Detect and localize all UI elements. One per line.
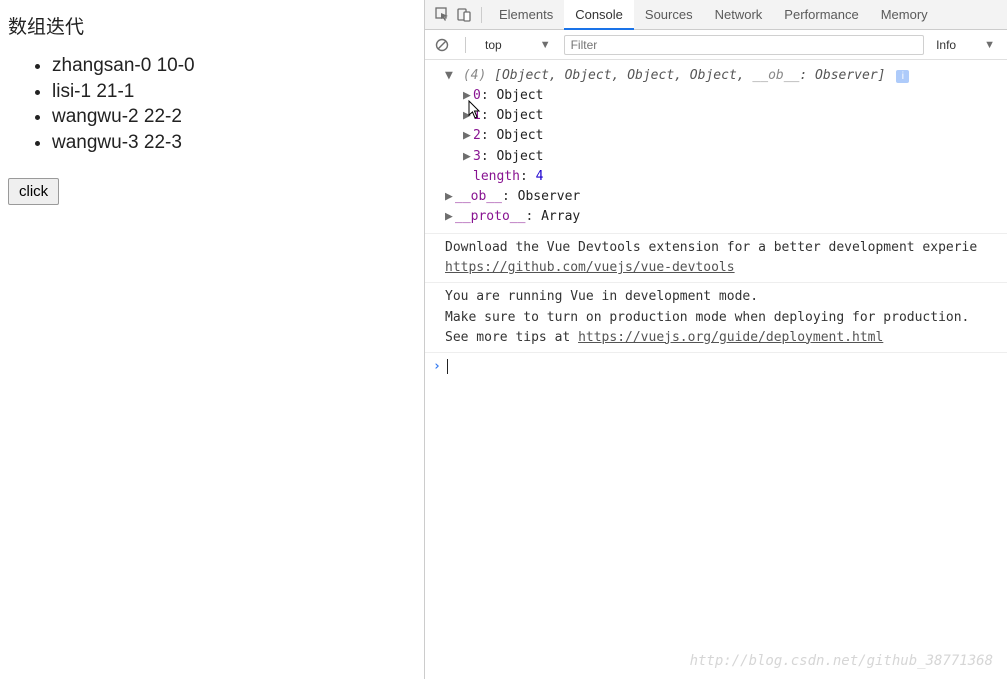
disclosure-triangle[interactable]: ▶ (463, 106, 473, 126)
devtools-tab-bar: Elements Console Sources Network Perform… (425, 0, 1007, 30)
prompt-caret-icon: › (433, 357, 441, 377)
list-item: zhangsan-0 10-0 (52, 53, 416, 79)
click-button[interactable]: click (8, 178, 59, 205)
array-count: (4) (463, 68, 486, 83)
tab-console[interactable]: Console (564, 0, 634, 30)
separator (465, 37, 466, 53)
devtools-hint-text: Download the Vue Devtools extension for … (445, 240, 977, 255)
items-list: zhangsan-0 10-0 lisi-1 21-1 wangwu-2 22-… (8, 53, 416, 156)
tab-elements[interactable]: Elements (488, 0, 564, 30)
console-prompt[interactable]: › (425, 353, 1007, 381)
ob-val: : Observer] (799, 68, 885, 83)
chevron-down-icon: ▼ (984, 39, 995, 51)
context-label: top (485, 38, 502, 52)
console-log-array: ▼ (4) [Object, Object, Object, Object, _… (425, 64, 1007, 234)
vue-mode-line3: See more tips at (445, 330, 578, 345)
list-item: wangwu-3 22-3 (52, 130, 416, 156)
device-toggle-icon[interactable] (453, 4, 475, 26)
vue-mode-line2: Make sure to turn on production mode whe… (445, 310, 969, 325)
tab-sources[interactable]: Sources (634, 0, 704, 30)
console-message-vue-mode: You are running Vue in development mode.… (425, 283, 1007, 352)
list-item: lisi-1 21-1 (52, 79, 416, 105)
info-badge-icon[interactable]: i (896, 70, 909, 83)
ob-key: __ob__ (752, 68, 799, 83)
list-item: wangwu-2 22-2 (52, 104, 416, 130)
devtools-panel: Elements Console Sources Network Perform… (425, 0, 1007, 679)
disclosure-triangle[interactable]: ▶ (445, 207, 455, 227)
array-children: ▶0: Object ▶1: Object ▶2: Object ▶3: Obj… (445, 86, 999, 227)
level-label: Info (936, 38, 956, 52)
disclosure-triangle[interactable]: ▶ (463, 147, 473, 167)
inspect-element-icon[interactable] (431, 4, 453, 26)
console-body: ▼ (4) [Object, Object, Object, Object, _… (425, 60, 1007, 679)
level-selector[interactable]: Info ▼ (930, 38, 1001, 52)
chevron-down-icon: ▼ (540, 39, 551, 51)
disclosure-triangle[interactable]: ▶ (463, 86, 473, 106)
tab-performance[interactable]: Performance (773, 0, 869, 30)
console-message-devtools: Download the Vue Devtools extension for … (425, 234, 1007, 283)
tab-memory[interactable]: Memory (870, 0, 939, 30)
disclosure-triangle[interactable]: ▶ (445, 187, 455, 207)
vue-mode-line1: You are running Vue in development mode. (445, 289, 758, 304)
clear-console-icon[interactable] (431, 34, 453, 56)
vue-guide-link[interactable]: https://vuejs.org/guide/deployment.html (578, 330, 883, 345)
disclosure-triangle-open[interactable]: ▼ (445, 66, 455, 86)
app-pane: 数组迭代 zhangsan-0 10-0 lisi-1 21-1 wangwu-… (0, 0, 425, 679)
separator (481, 7, 482, 23)
tab-network[interactable]: Network (704, 0, 774, 30)
filter-input[interactable] (564, 35, 925, 55)
array-summary: [Object, Object, Object, Object, (494, 68, 752, 83)
disclosure-triangle[interactable]: ▶ (463, 126, 473, 146)
page-title: 数组迭代 (8, 12, 416, 39)
devtools-link[interactable]: https://github.com/vuejs/vue-devtools (445, 260, 735, 275)
prompt-input[interactable] (447, 359, 449, 374)
console-toolbar: top ▼ Info ▼ (425, 30, 1007, 60)
context-selector[interactable]: top ▼ (478, 34, 558, 56)
